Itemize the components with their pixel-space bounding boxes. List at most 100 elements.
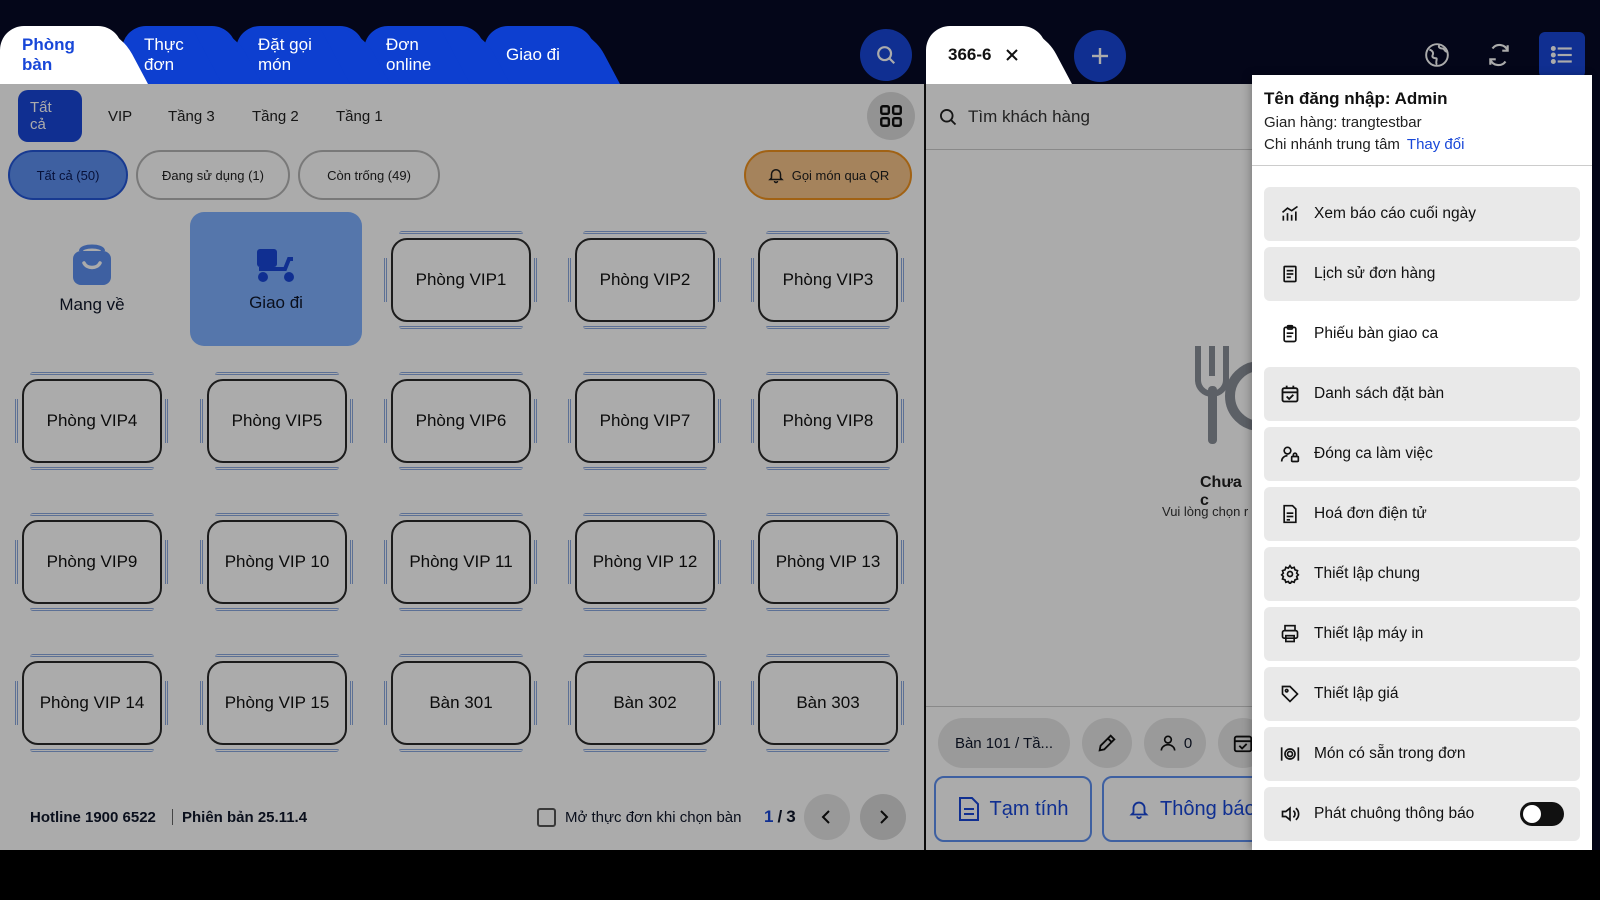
footer-divider xyxy=(172,809,173,825)
filter-in-use[interactable]: Đang sử dụng (1) xyxy=(136,150,290,200)
table-tile[interactable]: Phòng VIP1 xyxy=(384,231,537,329)
grid-view-button[interactable] xyxy=(867,92,915,140)
table-tile[interactable]: Phòng VIP 15 xyxy=(200,654,353,752)
notify-kitchen-button[interactable]: Thông báo xyxy=(1102,776,1262,842)
menu-item-printer-settings[interactable]: Thiết lập máy in xyxy=(1264,607,1580,661)
bell-icon xyxy=(1129,801,1149,820)
receipt-icon xyxy=(1283,265,1297,283)
invoice-icon xyxy=(1283,504,1297,524)
chart-icon xyxy=(1281,205,1298,221)
table-tile[interactable]: Bàn 303 xyxy=(751,654,904,752)
notification-sound-toggle[interactable] xyxy=(1520,802,1564,826)
page-indicator: 1/3 xyxy=(764,807,796,826)
customer-search[interactable]: Tìm khách hàng xyxy=(926,84,1254,150)
subtab-tang-1[interactable]: Tầng 1 xyxy=(324,90,395,142)
bottom-bar xyxy=(0,850,1600,900)
grid-icon xyxy=(880,105,902,127)
table-tile[interactable]: Bàn 301 xyxy=(384,654,537,752)
menu-item-end-of-day-report[interactable]: Xem báo cáo cuối ngày xyxy=(1264,187,1580,241)
subtab-tang-2[interactable]: Tầng 2 xyxy=(240,90,311,142)
table-tile[interactable]: Phòng VIP8 xyxy=(751,372,904,470)
change-branch-link[interactable]: Thay đổi xyxy=(1407,136,1465,153)
tab-phong-ban[interactable]: Phòng bàn xyxy=(0,26,122,84)
next-page-button[interactable] xyxy=(860,794,906,840)
table-tile[interactable]: Bàn 302 xyxy=(568,654,721,752)
globe-icon xyxy=(1425,43,1449,67)
menu-item-available-dishes[interactable]: Món có sẵn trong đơn xyxy=(1264,727,1580,781)
chevron-left-icon xyxy=(821,810,830,824)
menu-item-general-settings[interactable]: Thiết lập chung xyxy=(1264,547,1580,601)
tag-icon xyxy=(1281,685,1299,703)
qr-order-button[interactable]: Gọi món qua QR xyxy=(744,150,912,200)
hotline: Hotline 1900 6522 xyxy=(30,808,156,826)
list-icon xyxy=(1550,46,1572,64)
table-tile[interactable]: Phòng VIP 13 xyxy=(751,513,904,611)
menu-item-order-history[interactable]: Lịch sử đơn hàng xyxy=(1264,247,1580,301)
subtab-all[interactable]: Tất cả xyxy=(18,90,82,142)
table-tile[interactable]: Phòng VIP2 xyxy=(568,231,721,329)
document-icon xyxy=(958,797,979,821)
calendar-check-icon xyxy=(1281,385,1299,403)
version: Phiên bản 25.11.4 xyxy=(182,808,308,826)
menu-button[interactable] xyxy=(1539,32,1585,78)
menu-item-reservation-list[interactable]: Danh sách đặt bàn xyxy=(1264,367,1580,421)
table-tile[interactable]: Phòng VIP9 xyxy=(15,513,168,611)
customer-search-input[interactable]: Tìm khách hàng xyxy=(968,107,1090,127)
mid-divider xyxy=(926,706,1254,707)
branch-row: Chi nhánh trung tâm Thay đổi xyxy=(1264,136,1465,153)
add-order-button[interactable] xyxy=(1074,30,1126,82)
calendar-icon xyxy=(1233,735,1253,753)
bell-icon xyxy=(767,169,784,184)
guest-count-button[interactable]: 0 xyxy=(1144,718,1206,768)
bag-icon xyxy=(73,244,111,285)
menu-item-price-settings[interactable]: Thiết lập giá xyxy=(1264,667,1580,721)
order-tab[interactable]: 366-6 xyxy=(926,26,1046,84)
plus-icon xyxy=(1092,48,1108,64)
takeaway-tile[interactable]: Mang về xyxy=(6,212,178,346)
filter-available[interactable]: Còn trống (49) xyxy=(298,150,440,200)
filter-all[interactable]: Tất cả (50) xyxy=(8,150,128,200)
clipboard-icon xyxy=(1283,324,1297,343)
subtab-vip[interactable]: VIP xyxy=(96,90,144,142)
menu-item-close-shift[interactable]: Đóng ca làm việc xyxy=(1264,427,1580,481)
search-button[interactable] xyxy=(860,29,912,81)
table-tile[interactable]: Phòng VIP 12 xyxy=(568,513,721,611)
subtab-tang-3[interactable]: Tầng 3 xyxy=(156,90,227,142)
table-tile[interactable]: Phòng VIP6 xyxy=(384,372,537,470)
dish-icon xyxy=(1280,747,1300,761)
user-lock-icon xyxy=(1280,446,1300,463)
delivery-tile[interactable]: Giao đi xyxy=(190,212,362,346)
open-menu-checkbox[interactable] xyxy=(537,807,556,827)
temp-bill-button[interactable]: Tạm tính xyxy=(934,776,1092,842)
menu-item-shift-handover[interactable]: Phiếu bàn giao ca xyxy=(1264,307,1580,361)
table-tile[interactable]: Phòng VIP4 xyxy=(15,372,168,470)
empty-subtitle: Vui lòng chọn r xyxy=(1162,504,1249,519)
login-name: Tên đăng nhập: Admin xyxy=(1264,89,1448,108)
language-button[interactable] xyxy=(1414,32,1460,78)
scooter-icon xyxy=(257,249,294,282)
pencil-icon xyxy=(1098,734,1116,752)
printer-icon xyxy=(1281,624,1299,643)
table-tile[interactable]: Phòng VIP5 xyxy=(200,372,353,470)
dish-icon xyxy=(1195,346,1254,444)
search-icon xyxy=(940,108,957,125)
toggle-knob xyxy=(1523,805,1541,823)
table-tile[interactable]: Phòng VIP 11 xyxy=(384,513,537,611)
order-panel: Tìm khách hàng Chưa c Vui lòng chọn r Bà… xyxy=(926,84,1268,850)
table-chip[interactable]: Bàn 101 / Tầ... xyxy=(938,718,1070,768)
table-tile[interactable]: Phòng VIP7 xyxy=(568,372,721,470)
edit-button[interactable] xyxy=(1082,718,1132,768)
close-icon[interactable] xyxy=(1005,48,1019,62)
table-tile[interactable]: Phòng VIP 14 xyxy=(15,654,168,752)
menu-divider xyxy=(1252,165,1592,166)
menu-item-notification-sound[interactable]: Phát chuông thông báo xyxy=(1264,787,1580,841)
table-tile[interactable]: Phòng VIP 10 xyxy=(200,513,353,611)
store-name: Gian hàng: trangtestbar xyxy=(1264,114,1422,131)
chevron-right-icon xyxy=(880,810,889,824)
menu-item-e-invoice[interactable]: Hoá đơn điện tử xyxy=(1264,487,1580,541)
prev-page-button[interactable] xyxy=(804,794,850,840)
refresh-button[interactable] xyxy=(1476,32,1522,78)
table-tile[interactable]: Phòng VIP3 xyxy=(751,231,904,329)
search-icon xyxy=(877,46,896,65)
top-bar: Phòng bàn Thực đơn Đặt gọi món Đơn onlin… xyxy=(0,0,1600,84)
